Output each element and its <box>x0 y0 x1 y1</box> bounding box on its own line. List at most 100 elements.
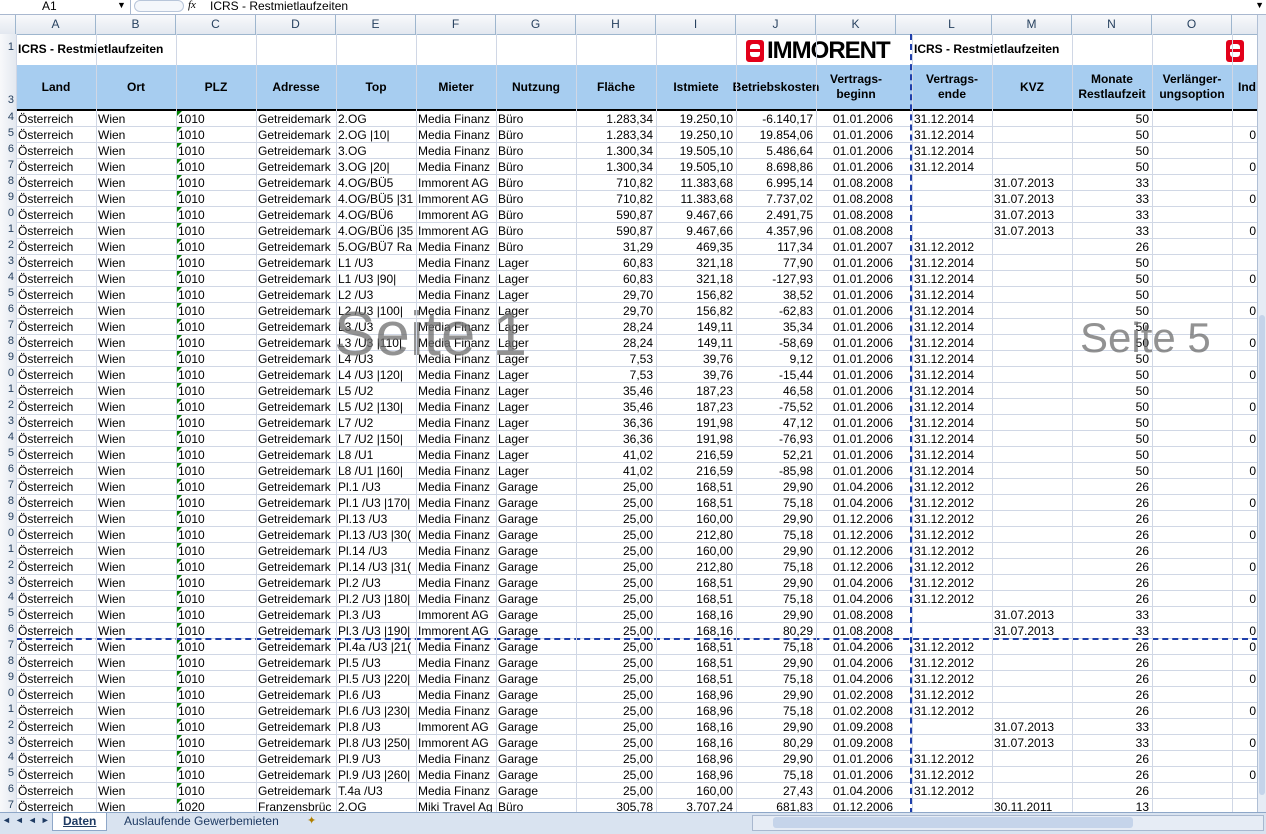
cell-k[interactable]: 01.12.2006 <box>816 560 893 575</box>
row-header[interactable]: 5 <box>0 287 14 299</box>
cell-j[interactable]: 80,29 <box>736 624 813 639</box>
cell-o[interactable] <box>1206 176 1256 191</box>
cell-d[interactable]: Getreidemark <box>258 400 335 415</box>
cell-i[interactable]: 321,18 <box>656 256 733 271</box>
cell-l[interactable]: 31.12.2012 <box>914 752 991 767</box>
cell-h[interactable]: 25,00 <box>576 672 653 687</box>
cell-l[interactable]: 31.12.2012 <box>914 496 991 511</box>
cell-a[interactable]: Österreich <box>18 688 95 703</box>
cell-e[interactable]: L5 /U2 <box>338 384 415 399</box>
cell-a[interactable]: Österreich <box>18 304 95 319</box>
cell-n[interactable]: 50 <box>1072 416 1149 431</box>
cell-l[interactable]: 31.12.2012 <box>914 512 991 527</box>
cell-e[interactable]: Pl.4a /U3 |21( <box>338 640 415 655</box>
horizontal-scroll-thumb[interactable] <box>773 817 1133 828</box>
cell-f[interactable]: Media Finanz <box>418 704 495 719</box>
cell-h[interactable]: 25,00 <box>576 784 653 799</box>
cell-c[interactable]: 1010 <box>178 336 255 351</box>
cell-a[interactable]: Österreich <box>18 672 95 687</box>
cell-e[interactable]: L2 /U3 |100| <box>338 304 415 319</box>
cell-g[interactable]: Garage <box>498 736 575 751</box>
cell-k[interactable]: 01.09.2008 <box>816 736 893 751</box>
cell-e[interactable]: Pl.6 /U3 |230| <box>338 704 415 719</box>
cell-m[interactable]: 31.07.2013 <box>994 608 1071 623</box>
row-header[interactable]: 5 <box>0 447 14 459</box>
cell-g[interactable]: Garage <box>498 496 575 511</box>
cell-m[interactable]: 31.07.2013 <box>994 192 1071 207</box>
cell-e[interactable]: Pl.14 /U3 <box>338 544 415 559</box>
cell-i[interactable]: 216,59 <box>656 464 733 479</box>
cell-e[interactable]: L2 /U3 <box>338 288 415 303</box>
cell-b[interactable]: Wien <box>98 400 175 415</box>
cell-d[interactable]: Getreidemark <box>258 704 335 719</box>
cell-c[interactable]: 1010 <box>178 688 255 703</box>
cell-f[interactable]: Media Finanz <box>418 560 495 575</box>
cell-d[interactable]: Getreidemark <box>258 576 335 591</box>
cell-n[interactable]: 50 <box>1072 432 1149 447</box>
cell-l[interactable]: 31.12.2014 <box>914 256 991 271</box>
cell-e[interactable]: 5.OG/BÜ7 Ra <box>338 240 415 255</box>
cell-i[interactable]: 321,18 <box>656 272 733 287</box>
cell-d[interactable]: Getreidemark <box>258 560 335 575</box>
cell-d[interactable]: Getreidemark <box>258 384 335 399</box>
cell-b[interactable]: Wien <box>98 128 175 143</box>
cell-o[interactable]: 0 <box>1206 496 1256 511</box>
cell-l[interactable]: 31.12.2014 <box>914 416 991 431</box>
cell-h[interactable]: 41,02 <box>576 464 653 479</box>
cell-m[interactable] <box>994 320 1071 335</box>
row-header[interactable]: 9 <box>0 671 14 683</box>
column-header-o[interactable]: O <box>1152 15 1232 34</box>
cell-e[interactable]: Pl.2 /U3 <box>338 576 415 591</box>
cell-a[interactable]: Österreich <box>18 352 95 367</box>
cell-f[interactable]: Media Finanz <box>418 112 495 127</box>
cell-d[interactable]: Getreidemark <box>258 128 335 143</box>
cell-k[interactable]: 01.04.2006 <box>816 592 893 607</box>
row-header[interactable]: 3 <box>0 255 14 267</box>
cell-j[interactable]: 19.854,06 <box>736 128 813 143</box>
cell-e[interactable]: L1 /U3 <box>338 256 415 271</box>
cell-a[interactable]: Österreich <box>18 256 95 271</box>
cell-f[interactable]: Media Finanz <box>418 528 495 543</box>
cell-i[interactable]: 19.505,10 <box>656 144 733 159</box>
cell-h[interactable]: 1.300,34 <box>576 160 653 175</box>
cell-g[interactable]: Lager <box>498 464 575 479</box>
cell-l[interactable]: 31.12.2014 <box>914 128 991 143</box>
cell-i[interactable]: 39,76 <box>656 368 733 383</box>
cell-h[interactable]: 25,00 <box>576 496 653 511</box>
cell-n[interactable]: 50 <box>1072 128 1149 143</box>
cell-l[interactable]: 31.12.2012 <box>914 576 991 591</box>
cell-m[interactable] <box>994 592 1071 607</box>
cell-i[interactable]: 168,96 <box>656 688 733 703</box>
cell-l[interactable]: 31.12.2014 <box>914 448 991 463</box>
cell-b[interactable]: Wien <box>98 704 175 719</box>
cell-i[interactable]: 9.467,66 <box>656 224 733 239</box>
cell-b[interactable]: Wien <box>98 272 175 287</box>
cell-b[interactable]: Wien <box>98 288 175 303</box>
cell-d[interactable]: Getreidemark <box>258 224 335 239</box>
cell-k[interactable]: 01.01.2006 <box>816 768 893 783</box>
cell-c[interactable]: 1010 <box>178 304 255 319</box>
cell-j[interactable]: -15,44 <box>736 368 813 383</box>
cell-a[interactable]: Österreich <box>18 176 95 191</box>
cell-a[interactable]: Österreich <box>18 544 95 559</box>
cell-c[interactable]: 1010 <box>178 496 255 511</box>
cell-e[interactable]: 4.OG/BÜ5 <box>338 176 415 191</box>
cell-g[interactable]: Büro <box>498 112 575 127</box>
row-header[interactable]: 7 <box>0 159 14 171</box>
cell-e[interactable]: Pl.6 /U3 <box>338 688 415 703</box>
cell-l[interactable]: 31.12.2014 <box>914 288 991 303</box>
cell-l[interactable]: 31.12.2012 <box>914 528 991 543</box>
cell-k[interactable]: 01.08.2008 <box>816 224 893 239</box>
cell-f[interactable]: Media Finanz <box>418 576 495 591</box>
cell-j[interactable]: -75,52 <box>736 400 813 415</box>
cell-g[interactable]: Büro <box>498 240 575 255</box>
row-header[interactable]: 0 <box>0 527 14 539</box>
cell-d[interactable]: Getreidemark <box>258 592 335 607</box>
cell-f[interactable]: Media Finanz <box>418 288 495 303</box>
cell-n[interactable]: 33 <box>1072 720 1149 735</box>
cell-c[interactable]: 1010 <box>178 640 255 655</box>
cell-j[interactable]: 6.995,14 <box>736 176 813 191</box>
cell-d[interactable]: Getreidemark <box>258 176 335 191</box>
cell-d[interactable]: Getreidemark <box>258 688 335 703</box>
row-header[interactable]: 4 <box>0 111 14 123</box>
